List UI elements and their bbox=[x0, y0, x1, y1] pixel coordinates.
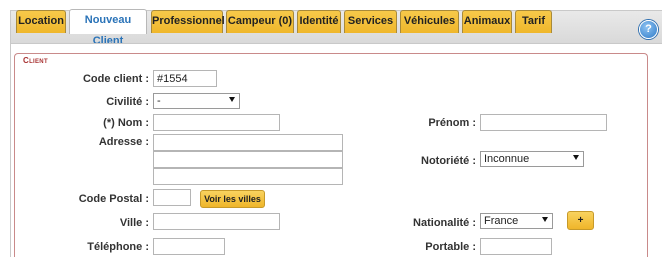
tab-identite[interactable]: Identité bbox=[297, 10, 341, 33]
nationalite-label: Nationalité : bbox=[413, 217, 476, 229]
tab-nouveau-client[interactable]: Nouveau Client bbox=[69, 9, 147, 47]
nationalite-value: France bbox=[484, 215, 519, 227]
ville-input[interactable] bbox=[153, 213, 280, 230]
prenom-input[interactable] bbox=[480, 114, 607, 131]
voir-villes-button[interactable]: Voir les villes bbox=[200, 190, 265, 208]
prenom-label: Prénom : bbox=[428, 117, 476, 129]
tab-location[interactable]: Location bbox=[16, 10, 66, 33]
notoriete-value: Inconnue bbox=[484, 153, 530, 165]
civilite-value: - bbox=[157, 95, 161, 107]
telephone-label: Téléphone : bbox=[87, 241, 149, 253]
code-client-input[interactable] bbox=[153, 70, 217, 87]
chevron-down-icon bbox=[542, 217, 548, 222]
nom-input[interactable] bbox=[153, 114, 280, 131]
adresse-line-3[interactable] bbox=[153, 168, 343, 185]
nom-label: (*) Nom : bbox=[103, 117, 149, 129]
chevron-down-icon bbox=[573, 155, 579, 160]
nationalite-select[interactable]: France bbox=[480, 213, 553, 229]
portable-input[interactable] bbox=[480, 238, 552, 255]
help-icon[interactable]: ? bbox=[639, 20, 658, 39]
civilite-select[interactable]: - bbox=[153, 93, 240, 109]
ville-label: Ville : bbox=[119, 217, 149, 229]
chevron-down-icon bbox=[229, 97, 235, 102]
notoriete-label: Notoriété : bbox=[421, 155, 476, 167]
add-nationalite-button[interactable]: + bbox=[567, 211, 594, 230]
tab-tarif[interactable]: Tarif bbox=[515, 10, 552, 33]
tab-professionnel[interactable]: Professionnel bbox=[151, 10, 225, 33]
code-client-label: Code client : bbox=[82, 73, 149, 85]
section-legend: Client bbox=[23, 56, 48, 65]
adresse-line-2[interactable] bbox=[153, 151, 343, 168]
civilite-label: Civilité : bbox=[106, 96, 149, 108]
tab-animaux[interactable]: Animaux bbox=[462, 10, 512, 33]
code-postal-label: Code Postal : bbox=[78, 193, 149, 205]
adresse-label: Adresse : bbox=[98, 136, 149, 148]
tab-campeur[interactable]: Campeur (0) bbox=[226, 10, 294, 33]
tab-services[interactable]: Services bbox=[344, 10, 397, 33]
portable-label: Portable : bbox=[425, 241, 476, 253]
notoriete-select[interactable]: Inconnue bbox=[480, 151, 584, 167]
adresse-line-1[interactable] bbox=[153, 134, 343, 151]
telephone-input[interactable] bbox=[153, 238, 225, 255]
code-postal-input[interactable] bbox=[153, 189, 191, 206]
tab-vehicules[interactable]: Véhicules bbox=[400, 10, 459, 33]
